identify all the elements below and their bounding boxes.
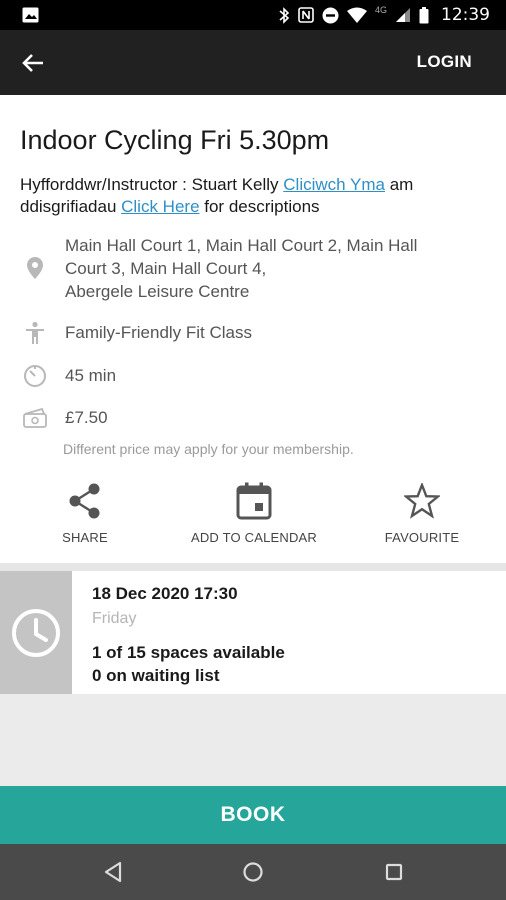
network-type-label: 4G: [374, 5, 387, 15]
section-divider: [0, 563, 506, 571]
calendar-icon: [190, 481, 318, 521]
share-button[interactable]: SHARE: [56, 481, 114, 545]
nav-home-icon[interactable]: [241, 860, 265, 884]
session-datetime: 18 Dec 2020 17:30: [92, 584, 238, 603]
login-button[interactable]: LOGIN: [417, 52, 472, 72]
description-suffix: for descriptions: [199, 197, 320, 216]
book-button[interactable]: BOOK: [0, 786, 506, 844]
nfc-icon: [298, 7, 314, 23]
session-day: Friday: [92, 610, 137, 627]
session-clock-box: [0, 571, 72, 694]
session-spaces: 1 of 15 spaces available: [92, 643, 285, 662]
clock-time: 12:39: [441, 5, 490, 25]
add-to-calendar-button[interactable]: ADD TO CALENDAR: [190, 481, 318, 545]
star-outline-icon: [383, 481, 461, 521]
session-card[interactable]: 18 Dec 2020 17:30 Friday 1 of 15 spaces …: [0, 571, 506, 694]
status-bar: 4G 12:39: [0, 0, 506, 30]
empty-area: [0, 694, 506, 786]
class-price: £7.50: [65, 408, 108, 427]
arrow-left-icon[interactable]: [18, 48, 48, 78]
bluetooth-icon: [279, 6, 290, 24]
add-to-calendar-label: ADD TO CALENDAR: [190, 530, 318, 545]
system-nav-bar: [0, 844, 506, 900]
action-bar: SHARE ADD TO CALENDAR FAVOURITE: [0, 481, 506, 559]
description-prefix: Hyfforddwr/Instructor : Stuart Kelly: [20, 175, 284, 194]
location-line-1: Main Hall Court 1, Main Hall Court 2, Ma…: [65, 236, 418, 255]
location-line-2: Court 3, Main Hall Court 4,: [65, 259, 267, 278]
nav-back-icon[interactable]: [101, 860, 125, 884]
nav-recents-icon[interactable]: [382, 860, 406, 884]
accessibility-person-icon: [22, 320, 48, 346]
cash-icon: [22, 405, 48, 431]
share-label: SHARE: [62, 530, 108, 545]
clock-icon: [12, 608, 60, 657]
app-bar: LOGIN: [0, 30, 506, 95]
location-line-3: Abergele Leisure Centre: [65, 282, 250, 301]
english-description-link[interactable]: Click Here: [121, 197, 199, 216]
class-description: Hyfforddwr/Instructor : Stuart Kelly Cli…: [20, 174, 490, 218]
do-not-disturb-icon: [322, 7, 339, 24]
favourite-button[interactable]: FAVOURITE: [383, 481, 461, 545]
welsh-description-link[interactable]: Cliciwch Yma: [283, 175, 385, 194]
class-title: Indoor Cycling Fri 5.30pm: [20, 125, 330, 155]
signal-icon: [395, 7, 411, 23]
session-waiting-list: 0 on waiting list: [92, 666, 220, 685]
location-pin-icon: [22, 255, 48, 281]
share-icon: [56, 481, 114, 521]
wifi-icon: [346, 7, 367, 23]
image-notification-icon: [22, 7, 39, 23]
timer-icon: [22, 363, 48, 389]
class-duration: 45 min: [65, 366, 117, 385]
price-note: Different price may apply for your membe…: [63, 441, 354, 457]
favourite-label: FAVOURITE: [384, 530, 460, 545]
class-category: Family-Friendly Fit Class: [65, 323, 253, 342]
battery-icon: [419, 6, 429, 24]
